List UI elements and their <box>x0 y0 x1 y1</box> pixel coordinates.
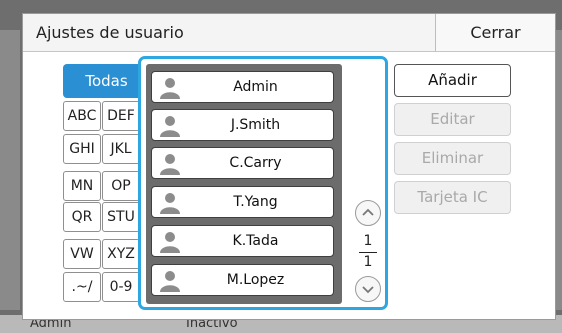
filter-vw-button[interactable]: VW <box>63 239 101 269</box>
chevron-up-icon <box>362 208 374 216</box>
user-row-ccarry[interactable]: C.Carry <box>151 147 334 179</box>
page-total: 1 <box>363 254 373 270</box>
dialog-title: Ajustes de usuario <box>36 23 184 42</box>
user-row-mlopez[interactable]: M.Lopez <box>151 264 334 296</box>
scroll-up-button[interactable] <box>355 200 381 226</box>
filter-qr-button[interactable]: QR <box>63 202 101 232</box>
dialog-titlebar: Ajustes de usuario Cerrar <box>23 14 555 52</box>
user-row-ktada[interactable]: K.Tada <box>151 225 334 257</box>
user-row-tyang[interactable]: T.Yang <box>151 186 334 218</box>
user-icon <box>160 78 180 99</box>
filter-abc-button[interactable]: ABC <box>63 101 101 131</box>
scroll-down-button[interactable] <box>355 276 381 302</box>
page-divider <box>359 252 377 253</box>
filter-all-button[interactable]: Todas <box>63 64 150 98</box>
filter-mn-button[interactable]: MN <box>63 171 101 201</box>
user-name: J.Smith <box>230 117 281 133</box>
user-name: T.Yang <box>233 194 278 210</box>
user-name: Admin <box>233 79 278 95</box>
user-icon <box>160 116 180 137</box>
add-button[interactable]: Añadir <box>394 64 511 97</box>
user-row-admin[interactable]: Admin <box>151 71 334 103</box>
ic-card-button[interactable]: Tarjeta IC <box>394 181 511 214</box>
user-icon <box>160 193 180 214</box>
filter-jkl-button[interactable]: JKL <box>102 134 140 164</box>
user-icon <box>160 154 180 175</box>
filter-symbols-button[interactable]: .~/ <box>63 272 101 302</box>
user-name: C.Carry <box>229 155 282 171</box>
filter-stu-button[interactable]: STU <box>102 202 140 232</box>
background-panel-left <box>0 30 20 310</box>
user-row-jsmith[interactable]: J.Smith <box>151 109 334 141</box>
filter-digits-button[interactable]: 0-9 <box>102 272 140 302</box>
filter-def-button[interactable]: DEF <box>102 101 140 131</box>
filter-op-button[interactable]: OP <box>102 171 140 201</box>
chevron-down-icon <box>362 286 374 294</box>
user-name: M.Lopez <box>226 272 285 288</box>
user-icon <box>160 271 180 292</box>
delete-button[interactable]: Eliminar <box>394 142 511 175</box>
user-name: K.Tada <box>232 233 279 249</box>
close-button[interactable]: Cerrar <box>435 14 555 51</box>
page-current: 1 <box>363 233 373 249</box>
user-icon <box>160 232 180 253</box>
filter-xyz-button[interactable]: XYZ <box>102 239 140 269</box>
filter-ghi-button[interactable]: GHI <box>63 134 101 164</box>
edit-button[interactable]: Editar <box>394 103 511 136</box>
